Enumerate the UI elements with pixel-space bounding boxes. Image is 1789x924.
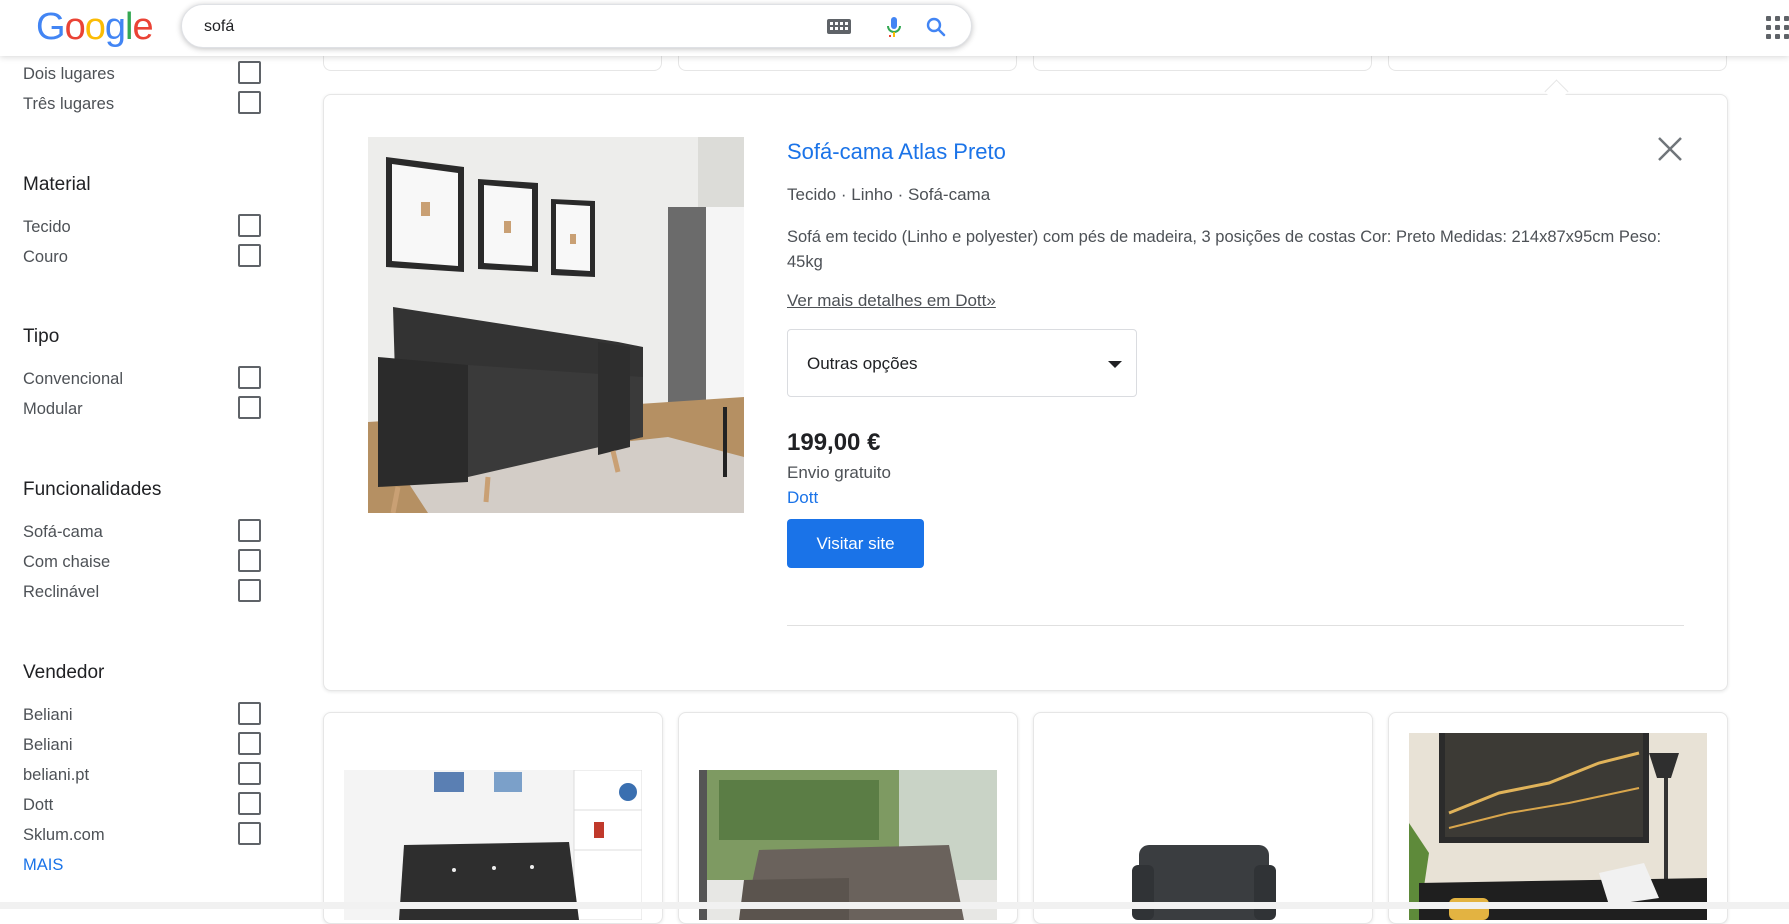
filter-reclinavel[interactable]: Reclinável xyxy=(23,579,263,609)
horizontal-scrollbar[interactable] xyxy=(0,902,1789,909)
product-card-1[interactable] xyxy=(323,712,663,924)
product-image[interactable] xyxy=(368,137,744,513)
keyboard-icon[interactable] xyxy=(827,19,851,34)
product-detail-panel: Sofá-cama Atlas Preto Tecido · Linho · S… xyxy=(323,94,1728,691)
more-sellers-link[interactable]: MAIS xyxy=(23,856,63,875)
filter-label: Dott xyxy=(23,796,54,814)
checkbox[interactable] xyxy=(238,214,261,237)
checkbox[interactable] xyxy=(238,519,261,542)
product-thumbnail xyxy=(1054,770,1352,920)
filter-label: Couro xyxy=(23,248,68,266)
top-bar: Google xyxy=(0,0,1789,56)
filter-label: Tecido xyxy=(23,218,71,236)
search-icon[interactable] xyxy=(924,15,948,39)
visit-site-button[interactable]: Visitar site xyxy=(787,519,924,568)
checkbox[interactable] xyxy=(238,822,261,845)
search-box xyxy=(181,4,972,49)
checkbox[interactable] xyxy=(238,366,261,389)
section-title-vendedor: Vendedor xyxy=(23,662,105,683)
product-thumbnail xyxy=(699,770,997,920)
filter-label: Beliani xyxy=(23,706,73,724)
google-logo[interactable]: Google xyxy=(36,6,154,49)
product-description: Sofá em tecido (Linho e polyester) com p… xyxy=(787,228,1662,271)
caret-down-icon xyxy=(1108,361,1122,368)
dropdown-label: Outras opções xyxy=(807,354,918,373)
filter-label: Convencional xyxy=(23,370,123,388)
product-attributes: Tecido · Linho · Sofá-cama xyxy=(787,185,991,204)
checkbox[interactable] xyxy=(238,91,261,114)
filter-sofa-cama[interactable]: Sofá-cama xyxy=(23,519,263,549)
checkbox[interactable] xyxy=(238,61,261,84)
filter-label: Com chaise xyxy=(23,553,111,571)
apps-grid-icon[interactable] xyxy=(1766,16,1789,39)
filter-label: Três lugares xyxy=(23,95,115,113)
filter-seller-beliani-2[interactable]: Beliani xyxy=(23,732,263,762)
checkbox[interactable] xyxy=(238,702,261,725)
filter-seller-sklum[interactable]: Sklum.com xyxy=(23,822,263,852)
product-thumbnail xyxy=(344,770,642,920)
section-title-material: Material xyxy=(23,174,91,195)
product-card-3[interactable] xyxy=(1033,712,1373,924)
section-title-tipo: Tipo xyxy=(23,326,60,347)
product-card-4[interactable] xyxy=(1388,712,1728,924)
close-icon[interactable] xyxy=(1654,133,1686,165)
filter-seller-beliani[interactable]: Beliani xyxy=(23,702,263,732)
filter-dois-lugares[interactable]: Dois lugares xyxy=(23,61,263,91)
filter-com-chaise[interactable]: Com chaise xyxy=(23,549,263,579)
checkbox[interactable] xyxy=(238,732,261,755)
checkbox[interactable] xyxy=(238,244,261,267)
filter-couro[interactable]: Couro xyxy=(23,244,263,274)
shipping-info: Envio gratuito xyxy=(787,463,891,482)
filter-label: Reclinável xyxy=(23,583,100,601)
checkbox[interactable] xyxy=(238,762,261,785)
checkbox[interactable] xyxy=(238,396,261,419)
filter-sidebar: Dois lugares Três lugares Material Tecid… xyxy=(0,56,280,909)
filter-label: Modular xyxy=(23,400,83,418)
filter-label: Sofá-cama xyxy=(23,523,103,541)
filter-label: Dois lugares xyxy=(23,65,115,83)
filter-modular[interactable]: Modular xyxy=(23,396,263,426)
checkbox[interactable] xyxy=(238,579,261,602)
filter-tecido[interactable]: Tecido xyxy=(23,214,263,244)
filter-label: Sklum.com xyxy=(23,826,105,844)
filter-label: Beliani xyxy=(23,736,73,754)
search-input[interactable] xyxy=(202,5,806,49)
more-details-link[interactable]: Ver mais detalhes em Dott» xyxy=(787,291,996,311)
section-title-funcionalidades: Funcionalidades xyxy=(23,479,162,500)
product-title-link[interactable]: Sofá-cama Atlas Preto xyxy=(787,139,1006,165)
mic-icon[interactable] xyxy=(882,15,906,39)
filter-convencional[interactable]: Convencional xyxy=(23,366,263,396)
divider xyxy=(787,625,1684,626)
filter-label: beliani.pt xyxy=(23,766,90,784)
filter-tres-lugares[interactable]: Três lugares xyxy=(23,91,263,121)
product-price: 199,00 € xyxy=(787,429,881,456)
filter-seller-dott[interactable]: Dott xyxy=(23,792,263,822)
checkbox[interactable] xyxy=(238,792,261,815)
other-options-dropdown[interactable]: Outras opções xyxy=(787,329,1137,397)
checkbox[interactable] xyxy=(238,549,261,572)
product-card-2[interactable] xyxy=(678,712,1018,924)
filter-seller-beliani-pt[interactable]: beliani.pt xyxy=(23,762,263,792)
seller-link[interactable]: Dott xyxy=(787,488,818,508)
product-thumbnail xyxy=(1409,733,1707,920)
